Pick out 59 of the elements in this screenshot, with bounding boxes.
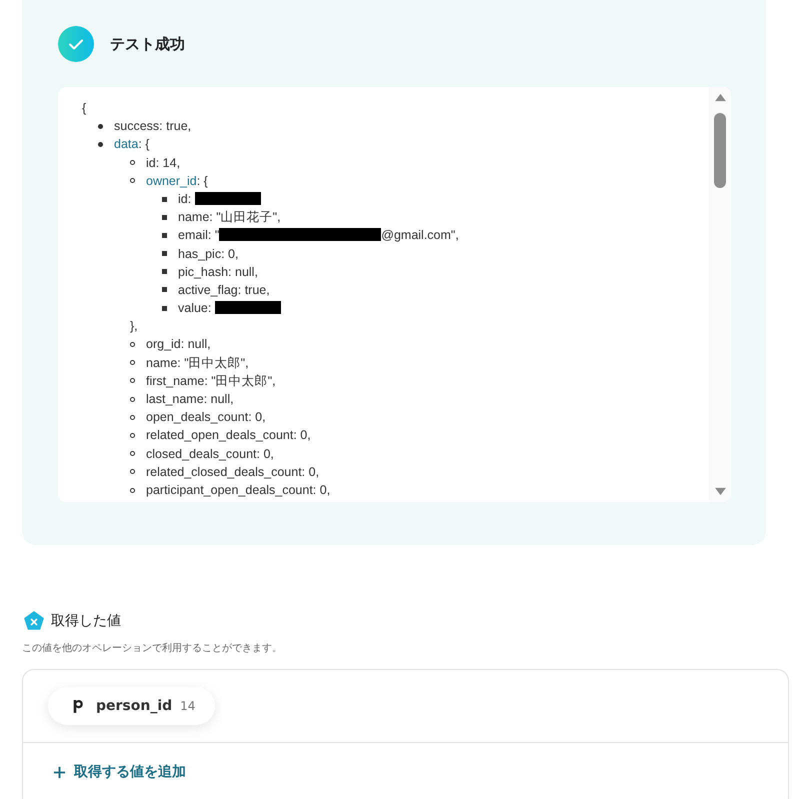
- bullet-icon: [130, 342, 135, 348]
- result-title: テスト成功: [110, 34, 185, 54]
- bullet-icon: [130, 178, 135, 184]
- check-icon: [58, 26, 94, 62]
- code-line: name: "田中太郎",: [146, 354, 249, 372]
- bullet-icon: [130, 160, 135, 166]
- code-line: active_flag: true,: [178, 282, 270, 299]
- code-line: name: "山田花子",: [178, 209, 281, 226]
- code-line: value:: [178, 299, 281, 318]
- code-line: },: [130, 318, 139, 336]
- code-line: closed_deals_count: 0,: [146, 446, 274, 463]
- code-line: data: {: [114, 136, 150, 154]
- bullet-icon: [130, 469, 135, 474]
- bullet-icon: [162, 269, 167, 274]
- json-key-link[interactable]: data: [114, 137, 138, 152]
- json-key-link[interactable]: owner_id: [146, 174, 197, 188]
- scrollbar[interactable]: [709, 87, 731, 502]
- bullet-icon: [162, 287, 167, 292]
- p-logo-icon: [72, 698, 84, 714]
- bullet-icon: [98, 124, 103, 129]
- scroll-down-icon[interactable]: [714, 487, 726, 496]
- code-line: {: [82, 100, 88, 117]
- bullet-icon: [162, 232, 167, 238]
- add-value-button[interactable]: 取得する値を追加: [51, 761, 188, 783]
- value-name: person_id: [96, 698, 172, 714]
- bullet-icon: [130, 378, 135, 384]
- bullet-icon: [130, 396, 135, 402]
- bullet-icon: [162, 196, 167, 202]
- bullet-icon: [162, 251, 167, 256]
- code-line: last_name: null,: [146, 391, 234, 408]
- bullet-icon: [162, 306, 167, 311]
- bullet-icon: [130, 488, 135, 493]
- code-line: open_deals_count: 0,: [146, 409, 266, 426]
- code-line: id: 14,: [146, 154, 180, 172]
- bullet-icon: [130, 414, 135, 420]
- code-line: id:: [178, 190, 261, 208]
- code-line: related_open_deals_count: 0,: [146, 427, 311, 444]
- code-line: participant_open_deals_count: 0,: [146, 482, 330, 499]
- code-line: success: true,: [114, 118, 192, 136]
- code-line: org_id: null,: [146, 336, 211, 354]
- value-chip[interactable]: person_id 14: [48, 687, 216, 725]
- code-line: first_name: "田中太郎",: [146, 372, 276, 390]
- plus-icon: [53, 766, 66, 778]
- scroll-up-icon[interactable]: [714, 93, 726, 102]
- variable-icon: [24, 611, 44, 631]
- bullet-icon: [130, 360, 135, 366]
- scroll-thumb[interactable]: [714, 113, 726, 188]
- section-description: この値を他のオペレーションで利用することができます。: [22, 642, 283, 655]
- bullet-icon: [130, 432, 135, 438]
- bullet-icon: [98, 142, 103, 147]
- section-title: 取得した値: [51, 612, 121, 630]
- code-line: owner_id: {: [146, 172, 208, 190]
- code-line: related_closed_deals_count: 0,: [146, 464, 320, 481]
- value-text: 14: [180, 699, 196, 713]
- code-line: email: " @gmail.com",: [178, 227, 459, 244]
- code-line: has_pic: 0,: [178, 246, 238, 263]
- bullet-icon: [130, 451, 135, 456]
- bullet-icon: [162, 214, 167, 220]
- code-line: pic_hash: null,: [178, 264, 258, 281]
